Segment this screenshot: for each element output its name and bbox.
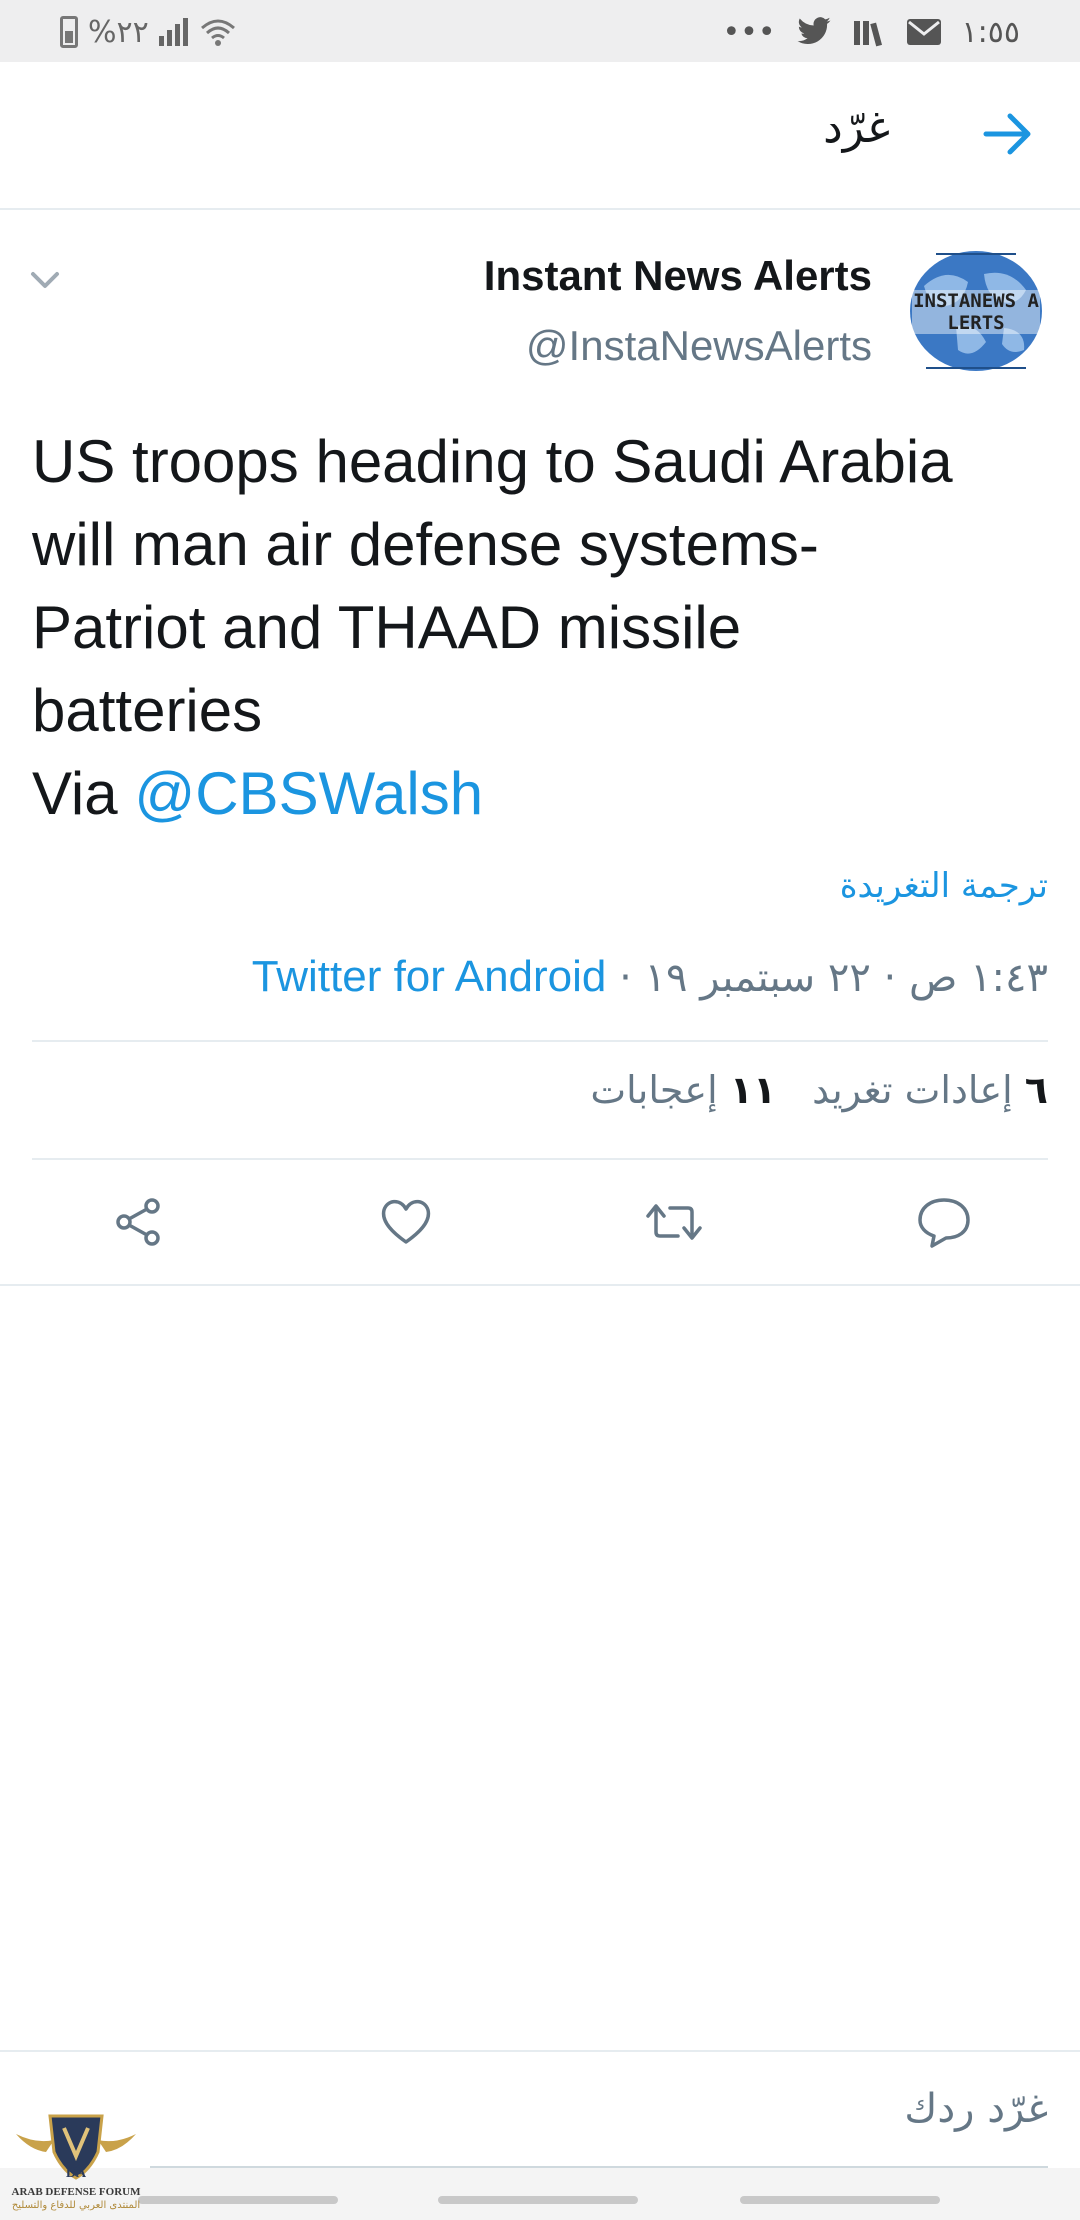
system-nav-bar xyxy=(0,2168,1080,2220)
tweet-action-bar xyxy=(0,1162,1080,1284)
avatar-logo-text: INSTANEWS ALERTS xyxy=(913,290,1039,334)
likes-label: إعجابات xyxy=(590,1068,718,1112)
divider xyxy=(32,1040,1048,1042)
retweet-icon[interactable] xyxy=(644,1192,704,1252)
tweet-meta: ١:٤٣ ص · ٢٢ سبتمبر ١٩ · Twitter for Andr… xyxy=(252,952,1048,1002)
translate-tweet-link[interactable]: ترجمة التغريدة xyxy=(840,866,1048,906)
battery-icon xyxy=(60,16,78,48)
author-name[interactable]: Instant News Alerts xyxy=(484,252,872,300)
likes-stat[interactable]: ١١ إعجابات xyxy=(590,1068,776,1112)
twitter-icon xyxy=(797,17,831,45)
status-bar: %٢٢ ••• ١:٥٥ xyxy=(0,0,1080,62)
retweets-count: ٦ xyxy=(1024,1068,1048,1112)
status-left: %٢٢ xyxy=(60,12,238,52)
top-app-bar: غرّد xyxy=(0,62,1080,210)
nav-home[interactable] xyxy=(438,2196,638,2204)
battery-level: %٢٢ xyxy=(88,14,149,50)
likes-count: ١١ xyxy=(729,1068,777,1112)
retweets-label: إعادات تغريد xyxy=(812,1068,1013,1112)
watermark-title: ARAB DEFENSE FORUM xyxy=(11,2186,141,2198)
watermark-mark: DA xyxy=(65,2166,87,2181)
status-right: ••• ١:٥٥ xyxy=(722,12,1020,52)
watermark-subtitle: المنتدى العربي للدفاع والتسليح xyxy=(11,2200,141,2211)
divider xyxy=(0,1284,1080,1286)
nav-back[interactable] xyxy=(740,2196,940,2204)
retweets-stat[interactable]: ٦ إعادات تغريد xyxy=(812,1068,1048,1112)
library-icon xyxy=(853,21,882,47)
mention-link[interactable]: @CBSWalsh xyxy=(134,760,483,827)
arrow-right-icon[interactable] xyxy=(978,104,1038,164)
tweet-stats: ٦ إعادات تغريد ١١ إعجابات xyxy=(590,1068,1048,1112)
tweet-timestamp: ١:٤٣ ص · ٢٢ سبتمبر ١٩ · xyxy=(606,955,1048,1001)
overflow-dots: ••• xyxy=(722,14,776,50)
reply-composer[interactable]: غرّد ردك xyxy=(0,2050,1080,2168)
divider xyxy=(32,1158,1048,1160)
mail-icon xyxy=(906,19,941,45)
share-icon[interactable] xyxy=(108,1192,168,1252)
nav-recents[interactable] xyxy=(138,2196,338,2204)
clock: ١:٥٥ xyxy=(961,14,1020,50)
tweet-text: US troops heading to Saudi Arabia will m… xyxy=(32,420,1052,835)
avatar[interactable]: INSTANEWS ALERTS xyxy=(906,246,1046,376)
like-icon[interactable] xyxy=(376,1192,436,1252)
author-handle[interactable]: @InstaNewsAlerts xyxy=(526,322,872,370)
signal-icon xyxy=(158,18,188,46)
page-title: غرّد xyxy=(823,102,890,153)
reply-icon[interactable] xyxy=(914,1192,974,1252)
tweet-client-link[interactable]: Twitter for Android xyxy=(252,952,607,1001)
reply-input[interactable]: غرّد ردك xyxy=(904,2086,1048,2132)
wifi-icon xyxy=(200,19,235,46)
chevron-down-icon[interactable] xyxy=(30,268,60,292)
watermark-logo: DA ARAB DEFENSE FORUM المنتدى العربي للد… xyxy=(6,2104,146,2216)
